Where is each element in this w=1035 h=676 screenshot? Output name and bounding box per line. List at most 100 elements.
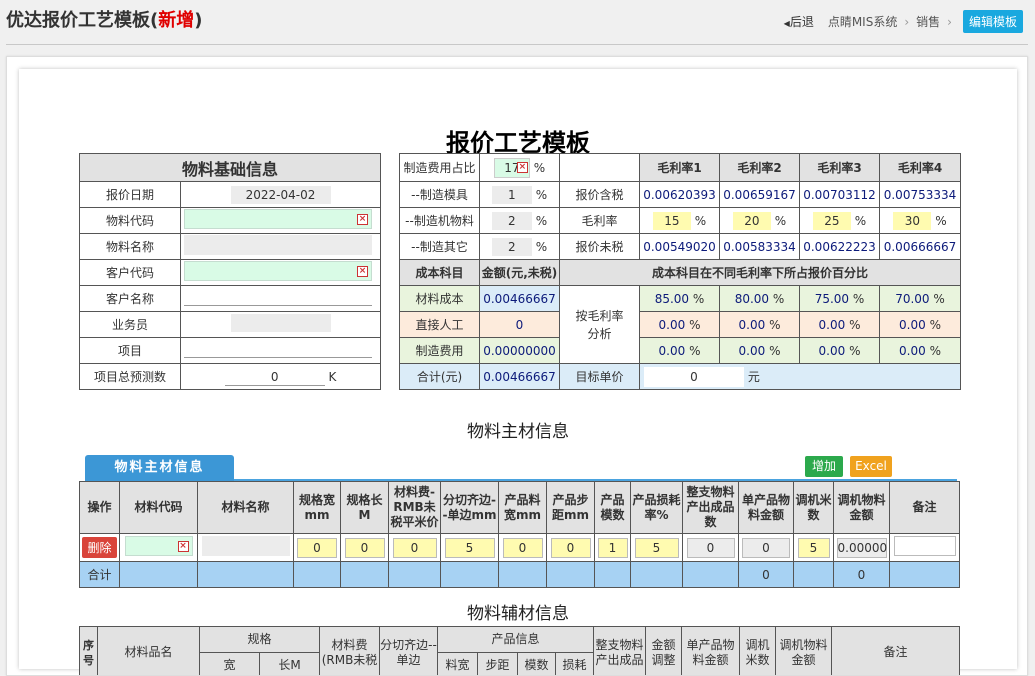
chevron-right-icon: › [904, 15, 909, 29]
mfg-ratio-cell: 17× % [480, 154, 560, 182]
project-field[interactable] [184, 340, 372, 358]
sum-empty [120, 562, 198, 588]
labor-cost-label: 直接人工 [400, 312, 480, 338]
row-product-width-input[interactable]: 0 [503, 538, 543, 558]
row-remark-input[interactable] [894, 536, 956, 556]
quote-notax-2: 0.00583334 [720, 234, 800, 260]
gm2-input[interactable]: 20 [733, 212, 771, 230]
amount-header: 金额(元,未税) [480, 260, 560, 286]
col-material-name: 材料名称 [198, 482, 294, 534]
aux-col-spec: 规格 [200, 627, 320, 653]
forecast-label: 项目总预测数 [80, 364, 181, 390]
mold-input[interactable]: 1 [492, 186, 532, 204]
quote-tax-label: 报价含税 [560, 182, 640, 208]
main-material-section-title: 物料主材信息 [19, 417, 1017, 442]
row-length-input[interactable]: 0 [345, 538, 385, 558]
aux-col-unit-amount: 单产品物料金额 [682, 627, 740, 676]
row-trim-input[interactable]: 5 [445, 538, 495, 558]
pct-sign: % [853, 292, 864, 306]
customer-name-field[interactable] [184, 288, 372, 306]
row-step-input[interactable]: 0 [551, 538, 591, 558]
gm4-cell: 30 % [880, 208, 961, 234]
quote-date-label: 报价日期 [80, 182, 181, 208]
row-price-input[interactable]: 0 [393, 538, 437, 558]
qty-cell: 0 [683, 534, 739, 562]
unit-cell: 0 [739, 534, 794, 562]
mach-input[interactable]: 2 [492, 212, 532, 230]
tab-main-material[interactable]: 物料主材信息 [85, 455, 234, 481]
top-header: 优达报价工艺模板(新增) ◀后退 点睛MIS系统 › 销售 › 编辑模板 [0, 0, 1035, 46]
target-price-unit: 元 [748, 370, 760, 384]
row-adjust-meters-input[interactable]: 5 [798, 538, 830, 558]
empty-cell [560, 154, 640, 182]
delete-button[interactable]: 删除 [82, 537, 116, 558]
aux-col-product-info: 产品信息 [438, 627, 594, 653]
row-material-code-input[interactable]: × [125, 536, 193, 556]
forecast-cell: 0 K [181, 364, 381, 390]
material-code-cell: × [181, 208, 381, 234]
pct-sign: % [689, 318, 700, 332]
breadcrumb-sales[interactable]: 销售 [916, 13, 940, 30]
material-name-field[interactable] [184, 235, 372, 255]
quote-date-field[interactable]: 2022-04-02 [231, 186, 331, 204]
excel-button[interactable]: Excel [850, 456, 892, 477]
gm-label: 毛利率 [560, 208, 640, 234]
sum-empty [389, 562, 441, 588]
pct-sign: % [536, 240, 547, 254]
code-cell: × [120, 534, 198, 562]
labor-pct-3: 0.00 % [800, 312, 880, 338]
back-link[interactable]: ◀后退 [784, 13, 814, 30]
row-loss-input[interactable]: 5 [635, 538, 679, 558]
row-material-name-input[interactable] [202, 536, 290, 556]
edit-template-button[interactable]: 编辑模板 [963, 10, 1023, 33]
mfg-ratio-input[interactable]: 17× [494, 158, 530, 178]
aux-col-spec-length: 长M [260, 653, 320, 676]
pct-sign: % [689, 344, 700, 358]
other-input[interactable]: 2 [492, 238, 532, 256]
aux-header-row-1: 序号 材料品名 规格 材料费(RMB未税 分切齐边--单边 产品信息 整支物料产… [80, 627, 960, 653]
aux-col-seq: 序号 [80, 627, 98, 676]
pct-sign: % [769, 318, 780, 332]
pct-sign: % [930, 344, 941, 358]
aux-col-loss: 损耗 [556, 653, 594, 676]
aux-col-mods: 模数 [518, 653, 556, 676]
material-cost-label: 材料成本 [400, 286, 480, 312]
gm1-input[interactable]: 15 [653, 212, 691, 230]
aux-col-adjust-amount: 调机物料金额 [776, 627, 832, 676]
mods-cell: 1 [595, 534, 631, 562]
col-remark: 备注 [890, 482, 960, 534]
pct-sign: % [695, 214, 706, 228]
gm3-header: 毛利率3 [800, 154, 880, 182]
gm3-input[interactable]: 25 [813, 212, 851, 230]
pct-sign: % [930, 318, 941, 332]
mach-cell: 2 % [480, 208, 560, 234]
gm4-input[interactable]: 30 [893, 212, 931, 230]
aux-col-qty: 整支物料产出成品 [594, 627, 646, 676]
l-cell: 0 [341, 534, 389, 562]
main-material-header-row: 操作 材料代码 材料名称 规格宽mm 规格长M 材料费-RMB未税平米价 分切齐… [80, 482, 960, 534]
sum-empty [294, 562, 341, 588]
clear-x-icon[interactable]: × [357, 266, 368, 277]
breadcrumb-system[interactable]: 点睛MIS系统 [828, 13, 898, 30]
mfg-pct-2-value: 0.00 [739, 344, 766, 358]
clear-x-icon[interactable]: × [357, 214, 368, 225]
clear-x-icon[interactable]: × [517, 162, 528, 173]
sum-empty [595, 562, 631, 588]
col-unit-amount: 单产品物料金额 [739, 482, 794, 534]
material-pct-1-value: 85.00 [655, 292, 689, 306]
row-mods-input[interactable]: 1 [598, 538, 628, 558]
salesperson-field[interactable] [231, 314, 331, 332]
sum-empty [198, 562, 294, 588]
labor-pct-4-value: 0.00 [899, 318, 926, 332]
target-price-input[interactable]: 0 [644, 367, 744, 387]
material-code-field[interactable]: × [184, 209, 372, 229]
add-button[interactable]: 增加 [805, 456, 843, 477]
material-code-label: 物料代码 [80, 208, 181, 234]
customer-code-field[interactable]: × [184, 261, 372, 281]
aux-col-price: 材料费(RMB未税 [320, 627, 380, 676]
col-operation: 操作 [80, 482, 120, 534]
forecast-field[interactable]: 0 [225, 368, 325, 386]
row-width-input[interactable]: 0 [297, 538, 337, 558]
clear-x-icon[interactable]: × [178, 541, 189, 552]
other-cell: 2 % [480, 234, 560, 260]
